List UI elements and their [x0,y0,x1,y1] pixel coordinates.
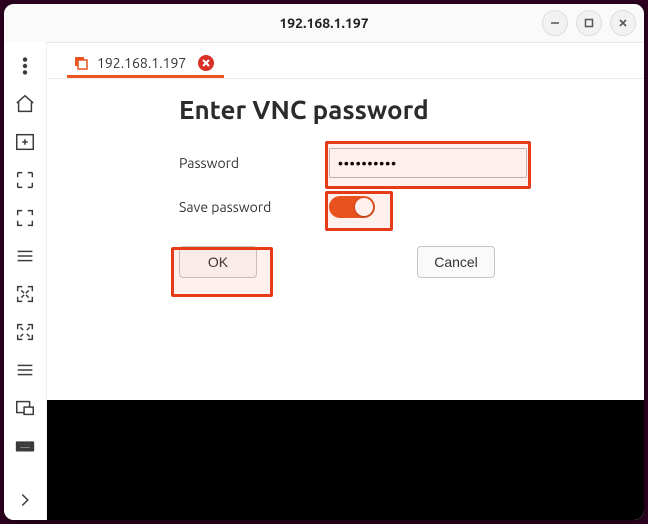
multi-monitor-icon[interactable] [13,396,37,420]
tab-strip: 192.168.1.197 [47,42,644,79]
keyboard-icon[interactable] [13,434,37,458]
password-label: Password [179,155,329,171]
tab-close-icon[interactable] [198,55,214,71]
app-window: 192.168.1.197 [4,4,644,520]
maximize-button[interactable] [576,10,602,36]
more-icon[interactable] [13,54,37,78]
screenshot-icon[interactable] [13,168,37,192]
save-password-toggle[interactable] [329,196,375,218]
dialog-heading: Enter VNC password [179,95,569,124]
ok-button[interactable]: OK [179,246,257,278]
tab-label: 192.168.1.197 [97,55,186,71]
toggle-knob [355,198,373,216]
home-icon[interactable] [13,92,37,116]
cancel-button[interactable]: Cancel [417,246,495,278]
expand-sidebar-icon[interactable] [13,488,37,512]
menu-lines-icon[interactable] [13,244,37,268]
remote-screen-area [47,400,644,520]
new-connection-icon[interactable] [13,130,37,154]
duplicate-icon [73,55,89,71]
password-input[interactable] [329,148,527,178]
titlebar: 192.168.1.197 [4,4,644,43]
window-title: 192.168.1.197 [279,15,368,31]
close-button[interactable] [610,10,636,36]
vnc-password-dialog: Enter VNC password Password Save passwor… [179,95,569,278]
scale-in-icon[interactable] [13,282,37,306]
content-area: Enter VNC password Password Save passwor… [47,79,644,520]
main-area: 192.168.1.197 Enter VNC password Passwor… [47,42,644,520]
minimize-button[interactable] [542,10,568,36]
connection-tab[interactable]: 192.168.1.197 [67,49,224,78]
scale-out-icon[interactable] [13,320,37,344]
left-toolbar [4,42,47,520]
window-buttons [542,10,636,36]
save-password-label: Save password [179,199,329,215]
fullscreen-icon[interactable] [13,206,37,230]
menu-lines2-icon[interactable] [13,358,37,382]
